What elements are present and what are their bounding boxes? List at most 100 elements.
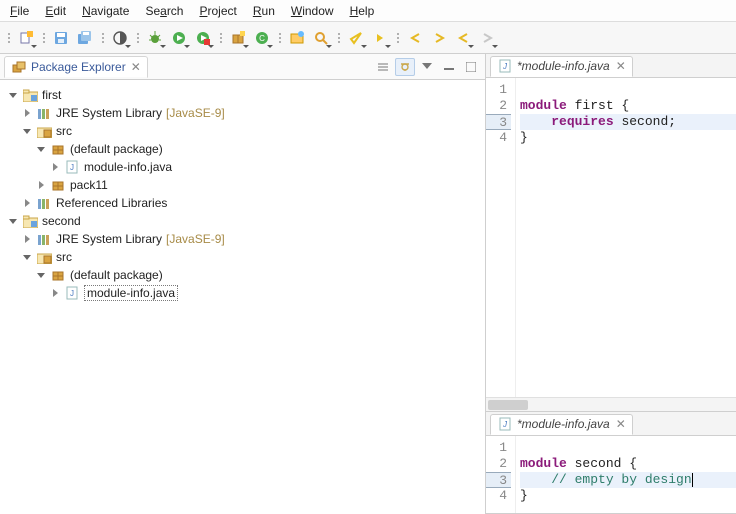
file-label: module-info.java [87, 286, 175, 300]
code-area[interactable]: module second { // empty by design } [516, 436, 736, 513]
link-editor-button[interactable] [395, 58, 415, 76]
code-line: module first { [520, 98, 736, 114]
expand-icon[interactable] [8, 216, 18, 226]
grip-icon [41, 27, 46, 49]
java-file-icon: J [64, 285, 80, 301]
minimize-button[interactable] [439, 58, 459, 76]
next-annotation-button[interactable] [369, 27, 391, 49]
expand-icon[interactable] [36, 180, 46, 190]
library-icon [36, 195, 52, 211]
view-menu-button[interactable] [417, 58, 437, 76]
java-file-icon: J [497, 58, 513, 74]
line-gutter: 1 2 3 4 [486, 78, 516, 397]
library-icon [36, 231, 52, 247]
collapse-all-button[interactable] [373, 58, 393, 76]
library-label: JRE System Library [56, 106, 162, 120]
file-label: module-info.java [84, 160, 172, 174]
jre-library-node[interactable]: JRE System Library [JavaSE-9] [4, 104, 481, 122]
default-package-node[interactable]: (default package) [4, 266, 481, 284]
svg-text:J: J [70, 163, 74, 172]
project-label: first [42, 88, 61, 102]
menu-help[interactable]: Help [344, 2, 381, 20]
editor-tab[interactable]: J *module-info.java ✕ [490, 414, 633, 435]
library-label: JRE System Library [56, 232, 162, 246]
expand-icon[interactable] [36, 144, 46, 154]
menu-edit[interactable]: Edit [39, 2, 72, 20]
java-file-node[interactable]: J module-info.java [4, 284, 481, 302]
package-node-pack11[interactable]: pack11 [4, 176, 481, 194]
new-package-button[interactable] [227, 27, 249, 49]
expand-icon[interactable] [8, 90, 18, 100]
code-line: module second { [520, 456, 736, 472]
editor-tab[interactable]: J *module-info.java ✕ [490, 56, 633, 77]
menu-window[interactable]: Window [285, 2, 340, 20]
code-line [520, 82, 736, 98]
expand-icon[interactable] [22, 126, 32, 136]
expand-icon[interactable] [36, 270, 46, 280]
run-button[interactable] [168, 27, 190, 49]
tab-label: *module-info.java [517, 417, 610, 431]
close-icon[interactable]: ✕ [131, 60, 141, 74]
perspective-button[interactable] [109, 27, 131, 49]
package-label: pack11 [70, 178, 108, 192]
src-folder-node[interactable]: src [4, 122, 481, 140]
code-line [520, 440, 736, 456]
grip-icon [336, 27, 341, 49]
nav-fwd-dd[interactable] [476, 27, 498, 49]
maximize-button[interactable] [461, 58, 481, 76]
code-line: // empty by design [520, 472, 736, 488]
source-folder-icon [36, 123, 52, 139]
jre-library-node[interactable]: JRE System Library [JavaSE-9] [4, 230, 481, 248]
menu-run[interactable]: Run [247, 2, 281, 20]
back-button[interactable] [404, 27, 426, 49]
menu-project[interactable]: Project [193, 2, 242, 20]
java-file-icon: J [64, 159, 80, 175]
menu-search[interactable]: Search [139, 2, 189, 20]
close-icon[interactable]: ✕ [616, 59, 626, 73]
forward-button[interactable] [428, 27, 450, 49]
menu-bar: File Edit Navigate Search Project Run Wi… [0, 0, 736, 22]
expand-icon[interactable] [50, 288, 60, 298]
default-package-node[interactable]: (default package) [4, 140, 481, 158]
close-icon[interactable]: ✕ [616, 417, 626, 431]
grip-icon [395, 27, 400, 49]
view-tab[interactable]: Package Explorer ✕ [4, 56, 148, 78]
svg-text:C: C [259, 34, 265, 43]
menu-file[interactable]: File [4, 2, 35, 20]
coverage-button[interactable] [192, 27, 214, 49]
src-folder-node[interactable]: src [4, 248, 481, 266]
expand-icon[interactable] [50, 162, 60, 172]
reflib-label: Referenced Libraries [56, 196, 167, 210]
new-button[interactable] [15, 27, 37, 49]
open-type-button[interactable] [286, 27, 308, 49]
source-folder-icon [36, 249, 52, 265]
save-all-button[interactable] [74, 27, 96, 49]
horizontal-scrollbar[interactable] [486, 397, 736, 411]
project-node-second[interactable]: second [4, 212, 481, 230]
editor-body[interactable]: 1 2 3 4 module second { // empty by desi… [486, 436, 736, 513]
grip-icon [6, 27, 11, 49]
expand-icon[interactable] [22, 108, 32, 118]
editor-body[interactable]: 1 2 3 4 module first { requires second; … [486, 78, 736, 397]
debug-button[interactable] [144, 27, 166, 49]
referenced-libraries-node[interactable]: Referenced Libraries [4, 194, 481, 212]
code-area[interactable]: module first { requires second; } [516, 78, 736, 397]
nav-back-dd[interactable] [452, 27, 474, 49]
expand-icon[interactable] [22, 198, 32, 208]
save-button[interactable] [50, 27, 72, 49]
package-tree[interactable]: first JRE System Library [JavaSE-9] src … [0, 80, 485, 514]
src-label: src [56, 124, 72, 138]
expand-icon[interactable] [22, 252, 32, 262]
workbench: Package Explorer ✕ [0, 54, 736, 514]
new-class-button[interactable]: C [251, 27, 273, 49]
project-node-first[interactable]: first [4, 86, 481, 104]
expand-icon[interactable] [22, 234, 32, 244]
menu-navigate[interactable]: Navigate [76, 2, 135, 20]
view-title: Package Explorer [31, 60, 126, 74]
code-line: } [520, 488, 736, 504]
search-button[interactable] [310, 27, 332, 49]
package-label: (default package) [70, 268, 163, 282]
package-explorer-view: Package Explorer ✕ [0, 54, 486, 514]
java-file-node[interactable]: J module-info.java [4, 158, 481, 176]
toggle-mark-button[interactable] [345, 27, 367, 49]
